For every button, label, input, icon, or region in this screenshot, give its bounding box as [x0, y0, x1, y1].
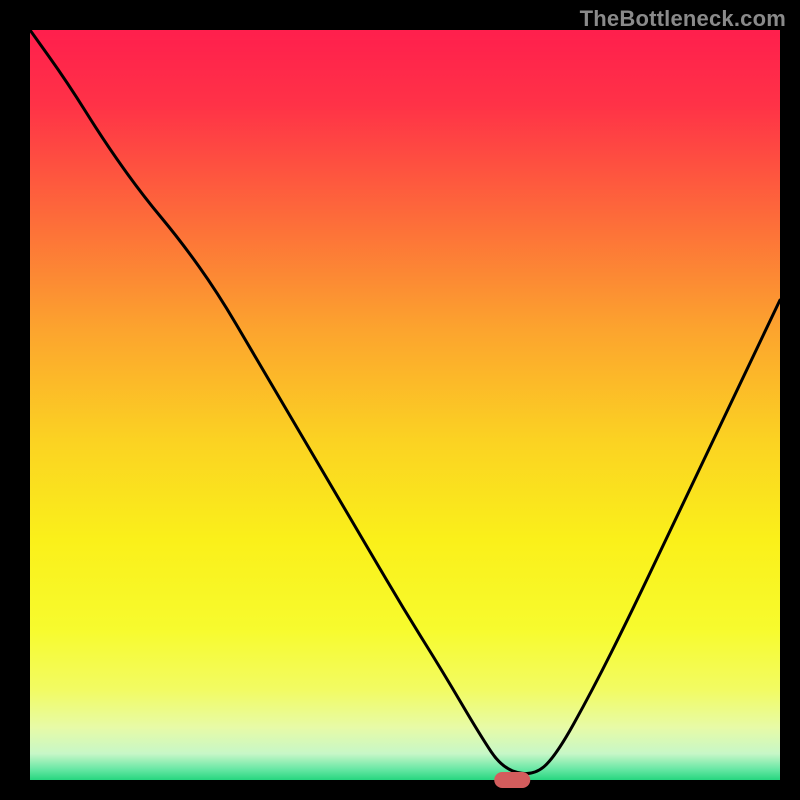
watermark-label: TheBottleneck.com [580, 6, 786, 32]
chart-frame: { "watermark": "TheBottleneck.com", "plo… [0, 0, 800, 800]
bottleneck-chart [0, 0, 800, 800]
plot-background [30, 30, 780, 780]
optimum-marker [494, 772, 530, 788]
